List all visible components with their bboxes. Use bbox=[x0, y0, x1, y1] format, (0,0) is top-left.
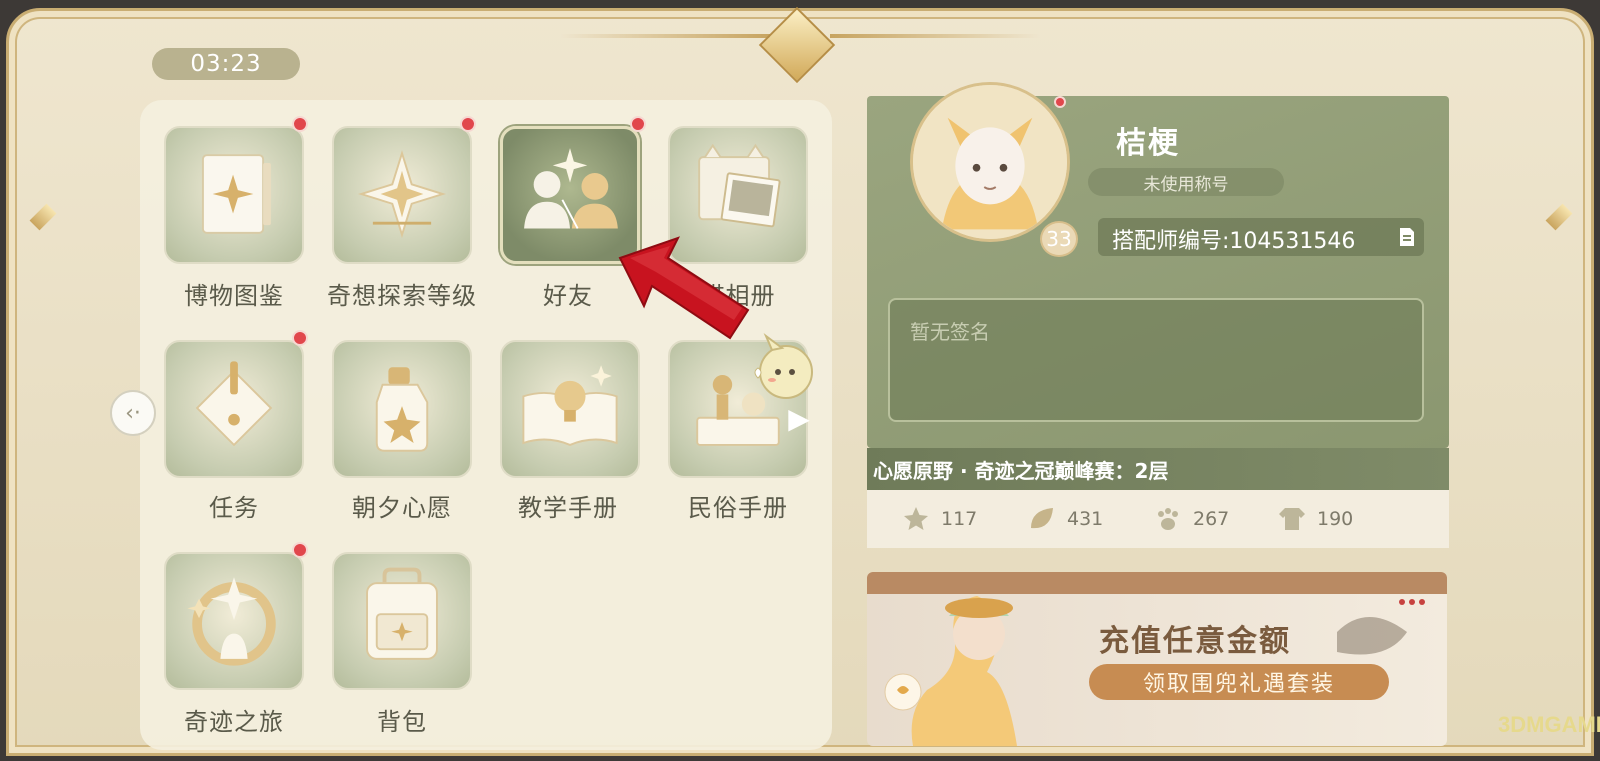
mascot-icon bbox=[754, 332, 813, 399]
stat-value: 431 bbox=[1067, 508, 1104, 530]
stat-clothes: 190 bbox=[1277, 504, 1353, 534]
backpack-icon bbox=[366, 567, 438, 660]
pointer-arrow-icon bbox=[618, 236, 750, 340]
stylist-id-row: 搭配师编号:104531546 bbox=[1098, 218, 1424, 256]
notification-dot bbox=[460, 116, 476, 132]
paw-icon bbox=[1158, 508, 1178, 530]
tutorial-book-icon bbox=[522, 365, 618, 446]
star-icon bbox=[904, 507, 928, 530]
book-icon bbox=[201, 154, 271, 234]
watermark: 3DMGAME bbox=[1498, 712, 1600, 737]
copy-icon[interactable] bbox=[1398, 226, 1416, 248]
menu-label-folk-handbook: 民俗手册 bbox=[688, 494, 788, 522]
menu-tile-backpack[interactable] bbox=[332, 552, 472, 690]
rank-text: 心愿原野 · 奇迹之冠巅峰赛：2层 bbox=[873, 458, 1169, 483]
notification-dot bbox=[1054, 96, 1066, 108]
notification-dot bbox=[292, 542, 308, 558]
avatar-portrait bbox=[913, 85, 1067, 239]
player-title[interactable]: 未使用称号 bbox=[1088, 168, 1284, 196]
banner-title: 充值任意金额 bbox=[1099, 624, 1291, 659]
notification-dot bbox=[292, 330, 308, 346]
level-badge: 33 bbox=[1040, 221, 1078, 257]
stat-stars: 117 bbox=[901, 504, 977, 534]
task-icon bbox=[195, 361, 273, 447]
banner-subtitle: 领取围兜礼遇套装 bbox=[1089, 664, 1389, 700]
menu-label-backpack: 背包 bbox=[377, 708, 427, 736]
journey-icon bbox=[187, 577, 276, 666]
signature-placeholder: 暂无签名 bbox=[910, 320, 990, 344]
menu-tile-museum[interactable] bbox=[164, 126, 304, 264]
next-page-button[interactable]: ▶ bbox=[784, 398, 814, 438]
stat-leaf: 431 bbox=[1027, 504, 1103, 534]
crest-right-ornament bbox=[830, 34, 1040, 38]
prev-page-button[interactable]: ‹· bbox=[110, 390, 156, 436]
stylist-id: 搭配师编号:104531546 bbox=[1112, 229, 1356, 254]
stat-value: 190 bbox=[1317, 508, 1354, 530]
menu-tile-miracle-journey[interactable] bbox=[164, 552, 304, 690]
timer: 03:23 bbox=[152, 48, 300, 80]
menu-tile-daily-wish[interactable] bbox=[332, 340, 472, 478]
sparkle-icon bbox=[357, 149, 447, 239]
stat-paw: 267 bbox=[1153, 504, 1229, 534]
leaf-icon bbox=[1031, 508, 1053, 529]
player-name: 桔梗 bbox=[1116, 126, 1180, 161]
wish-bottle-icon bbox=[375, 367, 429, 452]
notification-dot bbox=[630, 116, 646, 132]
stats-row: 117 431 267 190 bbox=[867, 490, 1449, 548]
stat-value: 117 bbox=[941, 508, 978, 530]
menu-tile-exploration-level[interactable] bbox=[332, 126, 472, 264]
stat-value: 267 bbox=[1193, 508, 1230, 530]
promo-banner[interactable]: 充值任意金额 领取围兜礼遇套装 bbox=[867, 572, 1447, 746]
signature-field[interactable]: 暂无签名 bbox=[888, 298, 1424, 422]
menu-tile-tasks[interactable] bbox=[164, 340, 304, 478]
clothes-icon bbox=[1279, 508, 1305, 530]
crest-left-ornament bbox=[560, 34, 770, 38]
menu-tile-tutorial[interactable] bbox=[500, 340, 640, 478]
notification-dot bbox=[292, 116, 308, 132]
rank-bar: 心愿原野 · 奇迹之冠巅峰赛：2层 bbox=[867, 448, 1449, 490]
avatar[interactable] bbox=[910, 82, 1070, 242]
